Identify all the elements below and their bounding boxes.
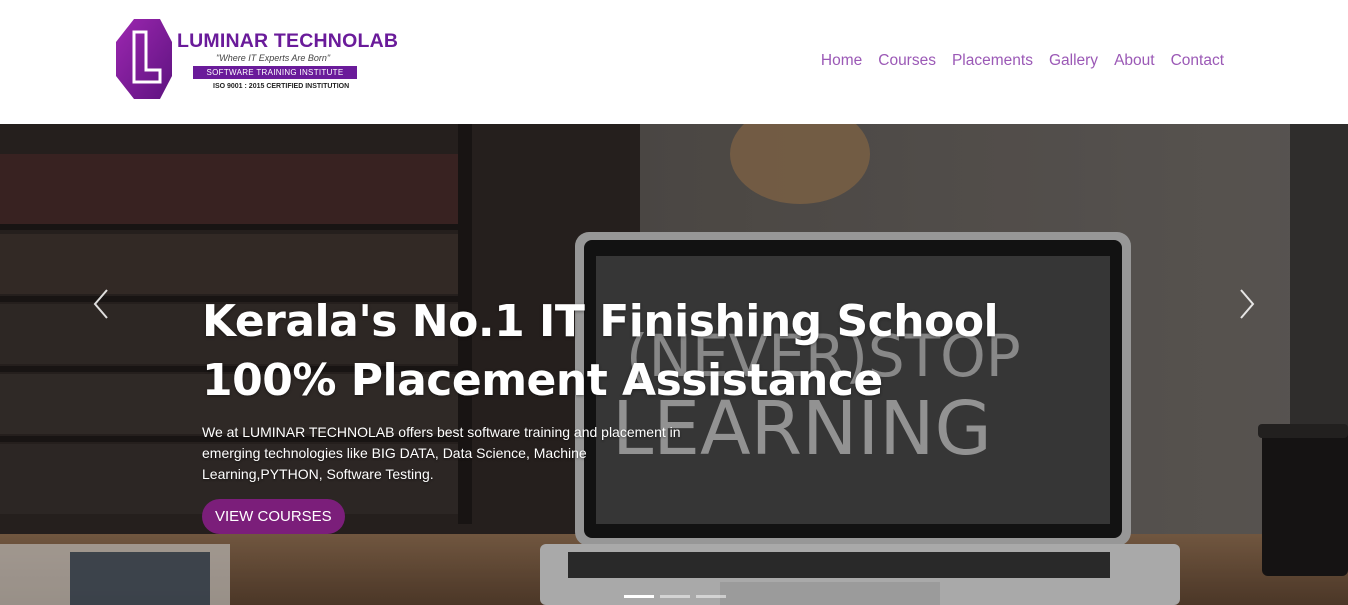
brand-subtitle: SOFTWARE TRAINING INSTITUTE (193, 66, 357, 79)
nav-gallery[interactable]: Gallery (1049, 51, 1098, 71)
carousel-prev-button[interactable] (86, 282, 116, 326)
brand-tagline: "Where IT Experts Are Born" (216, 53, 331, 63)
hero-carousel: (NEVER)STOP LEARNING Kerala's No.1 IT Fi… (0, 124, 1348, 605)
hero-caption: Kerala's No.1 IT Finishing School 100% P… (202, 292, 999, 534)
carousel-indicators (624, 595, 726, 598)
brand-certification: ISO 9001 : 2015 CERTIFIED INSTITUTION (213, 83, 350, 90)
nav-home[interactable]: Home (821, 51, 862, 71)
chevron-left-icon (93, 289, 108, 319)
main-nav: Home Courses Placements Gallery About Co… (821, 51, 1224, 71)
site-header: LUMINAR TECHNOLAB "Where IT Experts Are … (0, 0, 1348, 124)
nav-about[interactable]: About (1114, 51, 1155, 71)
carousel-indicator-2[interactable] (660, 595, 690, 598)
carousel-indicator-3[interactable] (696, 595, 726, 598)
carousel-next-button[interactable] (1232, 282, 1262, 326)
brand-logo[interactable]: LUMINAR TECHNOLAB "Where IT Experts Are … (116, 18, 398, 102)
hero-heading-line1: Kerala's No.1 IT Finishing School (202, 296, 999, 347)
hero-description: We at LUMINAR TECHNOLAB offers best soft… (202, 424, 681, 482)
nav-placements[interactable]: Placements (952, 51, 1033, 71)
brand-name: LUMINAR TECHNOLAB (177, 30, 399, 52)
carousel-indicator-1[interactable] (624, 595, 654, 598)
hero-heading-line2: 100% Placement Assistance (202, 355, 883, 406)
logo-mark-icon (116, 19, 172, 99)
chevron-right-icon (1240, 289, 1255, 319)
hero-heading: Kerala's No.1 IT Finishing School 100% P… (202, 292, 999, 410)
nav-courses[interactable]: Courses (878, 51, 936, 71)
view-courses-button[interactable]: VIEW COURSES (202, 499, 345, 534)
nav-contact[interactable]: Contact (1171, 51, 1224, 71)
